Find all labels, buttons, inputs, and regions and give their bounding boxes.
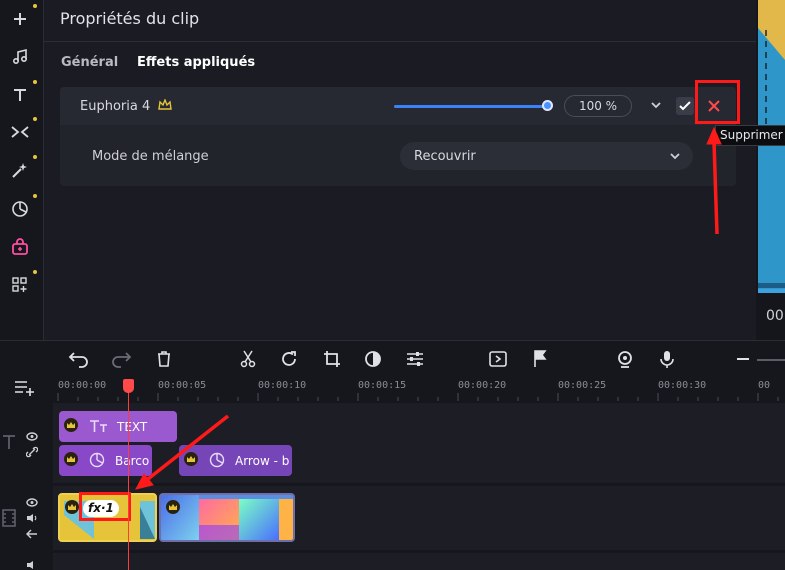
arrow-to-delete [706,126,722,235]
annotation-arrows [135,126,722,490]
arrow-to-fx-badge [135,414,230,490]
